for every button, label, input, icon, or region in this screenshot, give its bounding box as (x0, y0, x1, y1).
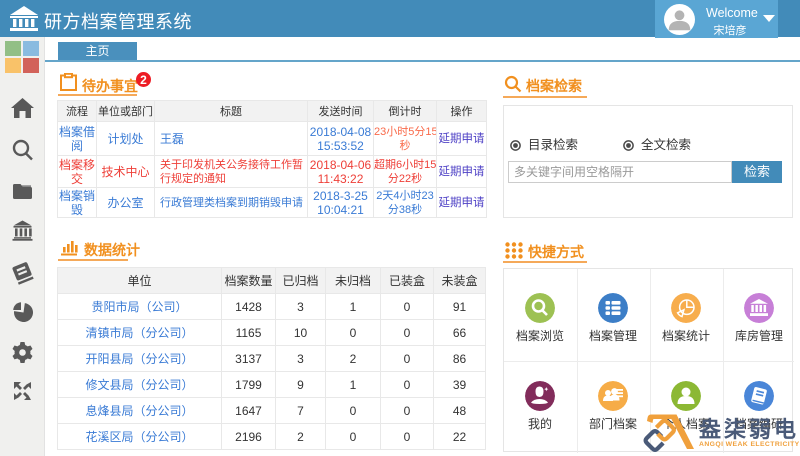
svg-text:盎柒弱电: 盎柒弱电 (699, 417, 799, 442)
svg-text:ANGQI WEAK ELECTRICITY: ANGQI WEAK ELECTRICITY (699, 441, 800, 448)
